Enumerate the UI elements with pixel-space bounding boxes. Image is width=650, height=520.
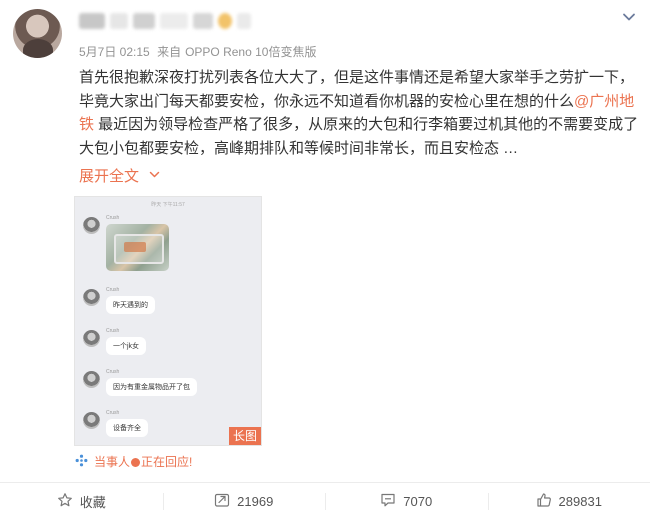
participant-responding-link[interactable]: 当事人 正在回应!: [75, 453, 192, 470]
like-icon: [536, 492, 552, 511]
favorite-label: 收藏: [79, 495, 106, 510]
chat-timestamp: 昨天 下午11:57: [151, 202, 185, 208]
avatar: [83, 330, 100, 347]
like-count: 289831: [558, 494, 602, 509]
post-device[interactable]: OPPO Reno 10倍变焦版: [185, 45, 316, 59]
chevron-down-icon: [149, 167, 160, 184]
chat-sender: Crush: [106, 410, 120, 416]
name-blur-block: [193, 13, 213, 29]
name-blur-block: [79, 13, 105, 29]
avatar: [83, 371, 100, 388]
avatar: [83, 217, 100, 234]
post-meta: 5月7日 02:15 来自 OPPO Reno 10倍变焦版: [79, 43, 320, 60]
comment-button[interactable]: 7070: [325, 483, 488, 520]
chat-bubble: 设备齐全: [106, 419, 148, 437]
repost-button[interactable]: 21969: [162, 483, 326, 520]
post-text-part-2: 最近因为领导检查严格了很多，从原来的大包和行李箱要过机其他的不需要变成了大包小包…: [79, 116, 639, 157]
name-blur-block: [133, 13, 155, 29]
post-text-part-1: 首先很抱歉深夜打扰列表各位大大了，但是这件事情还是希望大家举手之劳扩一下，毕竟大…: [79, 69, 635, 110]
chat-sender: Crush: [106, 369, 120, 375]
avatar: [83, 412, 100, 429]
post-date[interactable]: 5月7日 02:15: [79, 45, 150, 59]
chevron-down-icon[interactable]: [622, 10, 636, 24]
participant-prefix: 当事人: [94, 455, 131, 469]
like-button[interactable]: 289831: [487, 483, 650, 520]
chat-sender: Crush: [106, 215, 120, 221]
expand-full-text-link[interactable]: 展开全文: [79, 165, 160, 186]
expand-label: 展开全文: [79, 168, 140, 185]
chat-bubble: 昨天遇到的: [106, 296, 155, 314]
chat-sender: Crush: [106, 287, 120, 293]
participant-suffix: 正在回应!: [141, 455, 193, 469]
weibo-post-card: 5月7日 02:15 来自 OPPO Reno 10倍变焦版 首先很抱歉深夜打扰列…: [0, 0, 650, 520]
name-blur-block: [218, 13, 232, 29]
participant-icon: [75, 454, 88, 470]
participant-dot-icon: [131, 458, 141, 468]
favorite-button[interactable]: 收藏: [0, 483, 163, 520]
repost-count: 21969: [237, 494, 274, 509]
chat-photo: [106, 224, 169, 271]
chat-bubble: 一个jk女: [106, 337, 147, 355]
name-blur-block: [110, 13, 128, 29]
long-image-tag: 长图: [228, 427, 261, 445]
chat-bubble: 因为有重金属物品开了包: [106, 378, 197, 396]
avatar[interactable]: [13, 9, 62, 58]
action-bar: 收藏 21969 7070 289831: [0, 483, 650, 520]
comment-icon: [380, 492, 396, 511]
username-obscured[interactable]: [79, 9, 251, 33]
post-source-prefix: 来自: [157, 45, 182, 59]
post-text: 首先很抱歉深夜打扰列表各位大大了，但是这件事情还是希望大家举手之劳扩一下，毕竟大…: [79, 66, 639, 160]
comment-count: 7070: [403, 494, 433, 509]
avatar: [83, 289, 100, 306]
attached-long-image[interactable]: 昨天 下午11:57 Crush Crush 昨天遇到的 Crush 一个jk女…: [74, 196, 262, 446]
star-icon: [57, 492, 73, 511]
name-blur-block: [160, 13, 188, 29]
name-blur-block: [237, 13, 251, 29]
repost-icon: [214, 492, 230, 511]
chat-sender: Crush: [106, 328, 120, 334]
